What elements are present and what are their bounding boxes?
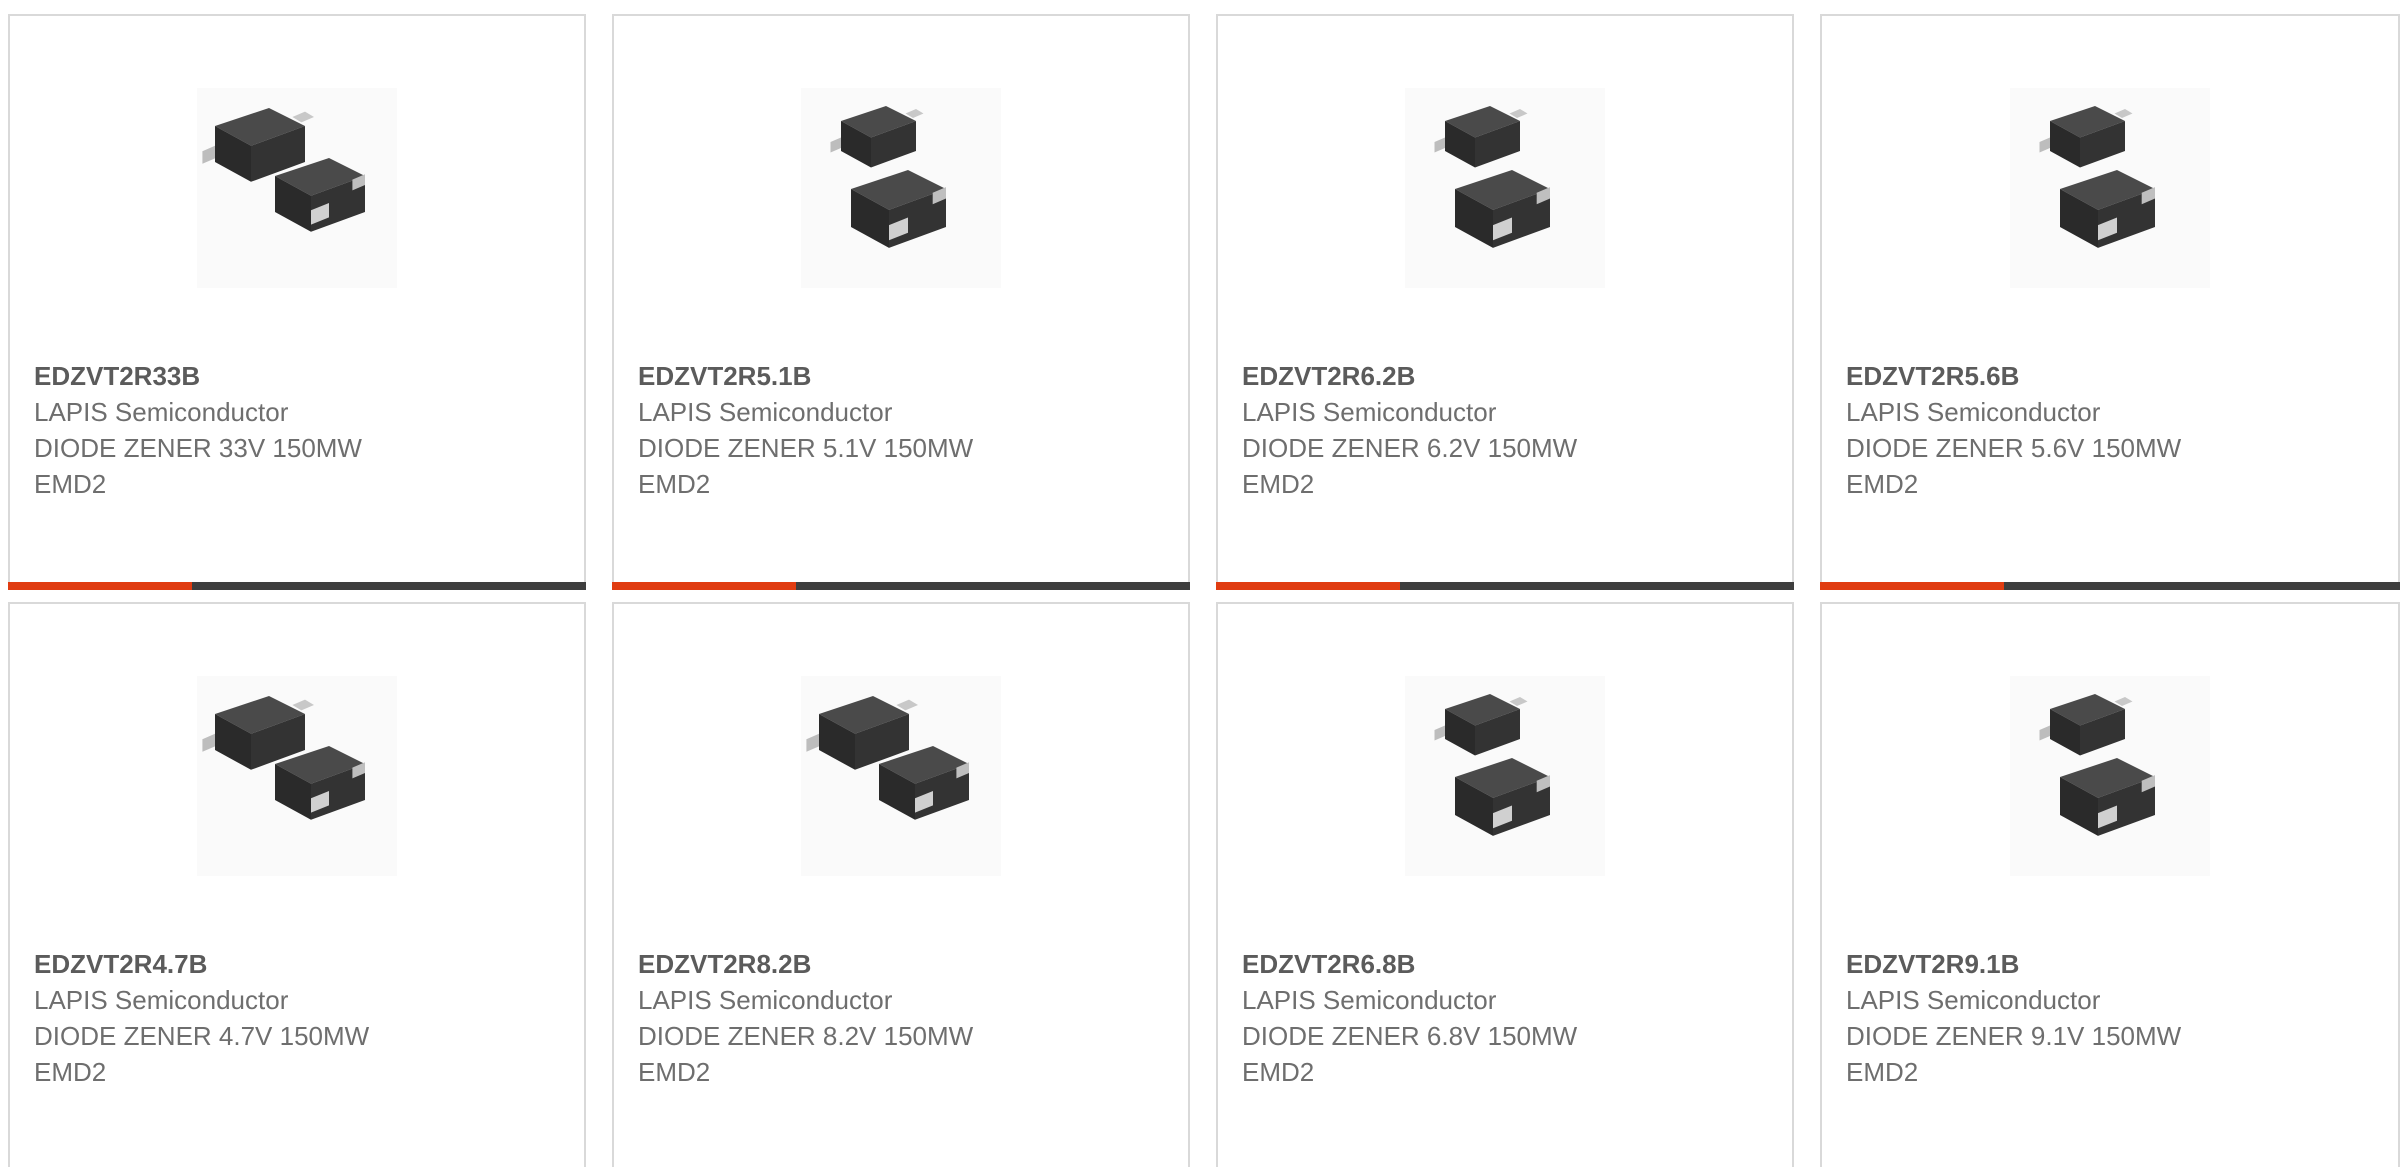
product-card[interactable]: EDZVT2R8.2B LAPIS Semiconductor DIODE ZE…: [612, 602, 1190, 1167]
product-grid: EDZVT2R33B LAPIS Semiconductor DIODE ZEN…: [0, 0, 2400, 1167]
card-accent-bar: [612, 582, 796, 590]
diode-pair-stacked-icon: [801, 88, 1001, 288]
description: DIODE ZENER 5.6V 150MW: [1846, 433, 2182, 463]
part-number[interactable]: EDZVT2R5.1B: [638, 358, 1164, 394]
product-card[interactable]: EDZVT2R33B LAPIS Semiconductor DIODE ZEN…: [8, 14, 586, 590]
product-info: EDZVT2R6.2B LAPIS Semiconductor DIODE ZE…: [1242, 358, 1768, 502]
part-number[interactable]: EDZVT2R8.2B: [638, 946, 1164, 982]
diode-pair-stacked-icon: [1405, 676, 1605, 876]
manufacturer: LAPIS Semiconductor: [1846, 397, 2101, 427]
card-bottom-bar: [612, 582, 1190, 590]
product-card[interactable]: EDZVT2R4.7B LAPIS Semiconductor DIODE ZE…: [8, 602, 586, 1167]
diode-pair-side-icon: [197, 676, 397, 876]
product-info: EDZVT2R8.2B LAPIS Semiconductor DIODE ZE…: [638, 946, 1164, 1090]
card-accent-bar: [1216, 582, 1400, 590]
part-number[interactable]: EDZVT2R6.2B: [1242, 358, 1768, 394]
product-card[interactable]: EDZVT2R6.8B LAPIS Semiconductor DIODE ZE…: [1216, 602, 1794, 1167]
part-number[interactable]: EDZVT2R4.7B: [34, 946, 560, 982]
product-card[interactable]: EDZVT2R5.6B LAPIS Semiconductor DIODE ZE…: [1820, 14, 2400, 590]
package: EMD2: [1846, 1057, 1919, 1087]
description: DIODE ZENER 33V 150MW: [34, 433, 362, 463]
part-number[interactable]: EDZVT2R9.1B: [1846, 946, 2374, 982]
product-info: EDZVT2R5.6B LAPIS Semiconductor DIODE ZE…: [1846, 358, 2374, 502]
product-card[interactable]: EDZVT2R5.1B LAPIS Semiconductor DIODE ZE…: [612, 14, 1190, 590]
card-bottom-bar: [1216, 582, 1794, 590]
manufacturer: LAPIS Semiconductor: [1242, 397, 1497, 427]
product-card[interactable]: EDZVT2R6.2B LAPIS Semiconductor DIODE ZE…: [1216, 14, 1794, 590]
package: EMD2: [34, 469, 107, 499]
package: EMD2: [1846, 469, 1919, 499]
manufacturer: LAPIS Semiconductor: [34, 397, 289, 427]
diode-pair-stacked-icon: [2010, 88, 2210, 288]
package: EMD2: [1242, 469, 1315, 499]
diode-pair-stacked-icon: [2010, 676, 2210, 876]
part-number[interactable]: EDZVT2R33B: [34, 358, 560, 394]
product-info: EDZVT2R4.7B LAPIS Semiconductor DIODE ZE…: [34, 946, 560, 1090]
diode-pair-stacked-icon: [1405, 88, 1605, 288]
card-accent-bar: [1820, 582, 2004, 590]
card-accent-bar: [8, 582, 192, 590]
part-number[interactable]: EDZVT2R6.8B: [1242, 946, 1768, 982]
description: DIODE ZENER 9.1V 150MW: [1846, 1021, 2182, 1051]
description: DIODE ZENER 6.8V 150MW: [1242, 1021, 1578, 1051]
manufacturer: LAPIS Semiconductor: [638, 985, 893, 1015]
product-info: EDZVT2R5.1B LAPIS Semiconductor DIODE ZE…: [638, 358, 1164, 502]
manufacturer: LAPIS Semiconductor: [34, 985, 289, 1015]
description: DIODE ZENER 8.2V 150MW: [638, 1021, 974, 1051]
card-bottom-bar: [1820, 582, 2400, 590]
product-info: EDZVT2R6.8B LAPIS Semiconductor DIODE ZE…: [1242, 946, 1768, 1090]
description: DIODE ZENER 5.1V 150MW: [638, 433, 974, 463]
diode-pair-side-icon: [197, 88, 397, 288]
manufacturer: LAPIS Semiconductor: [1846, 985, 2101, 1015]
product-card[interactable]: EDZVT2R9.1B LAPIS Semiconductor DIODE ZE…: [1820, 602, 2400, 1167]
package: EMD2: [638, 469, 711, 499]
description: DIODE ZENER 4.7V 150MW: [34, 1021, 370, 1051]
diode-pair-side-icon: [801, 676, 1001, 876]
package: EMD2: [638, 1057, 711, 1087]
description: DIODE ZENER 6.2V 150MW: [1242, 433, 1578, 463]
manufacturer: LAPIS Semiconductor: [1242, 985, 1497, 1015]
package: EMD2: [34, 1057, 107, 1087]
product-info: EDZVT2R9.1B LAPIS Semiconductor DIODE ZE…: [1846, 946, 2374, 1090]
product-info: EDZVT2R33B LAPIS Semiconductor DIODE ZEN…: [34, 358, 560, 502]
card-bottom-bar: [8, 582, 586, 590]
part-number[interactable]: EDZVT2R5.6B: [1846, 358, 2374, 394]
manufacturer: LAPIS Semiconductor: [638, 397, 893, 427]
package: EMD2: [1242, 1057, 1315, 1087]
